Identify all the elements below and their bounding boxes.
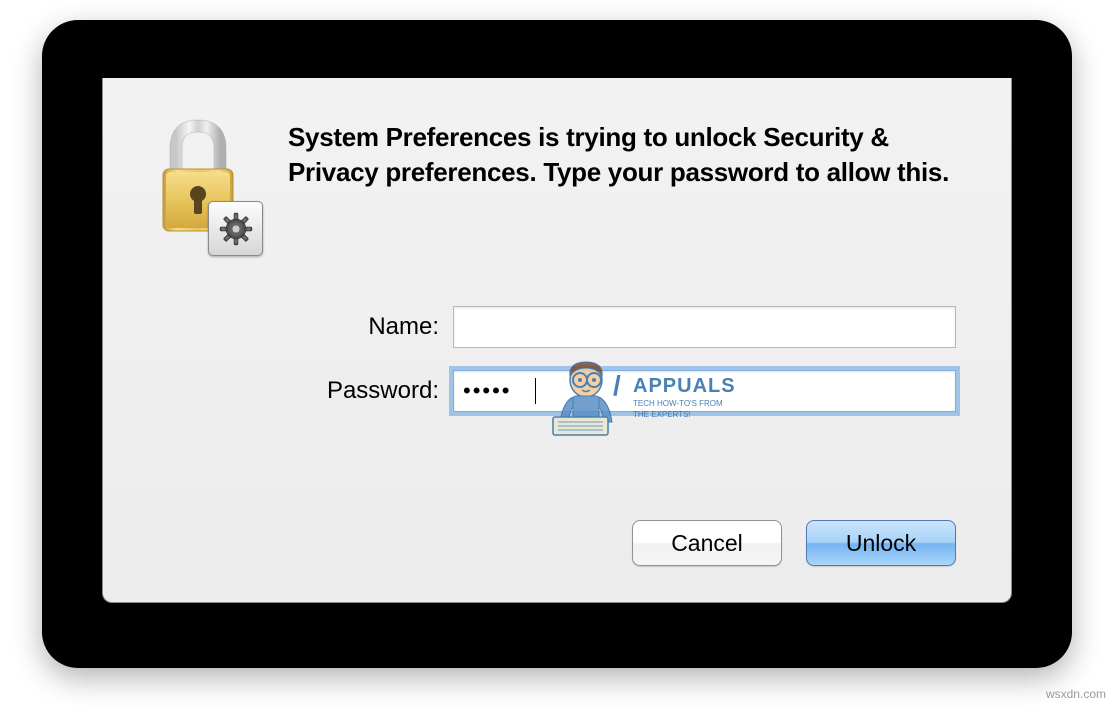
unlock-button[interactable]: Unlock <box>806 520 956 566</box>
dialog-icon-column <box>148 116 258 251</box>
credentials-form: Name: Password: ••••• <box>148 306 966 434</box>
password-label: Password: <box>288 377 453 405</box>
auth-dialog: System Preferences is trying to unlock S… <box>102 78 1012 603</box>
name-input[interactable] <box>453 306 956 348</box>
password-input[interactable] <box>453 370 956 412</box>
text-caret <box>535 378 536 404</box>
cancel-button[interactable]: Cancel <box>632 520 782 566</box>
name-label: Name: <box>288 313 453 341</box>
screenshot-frame: System Preferences is trying to unlock S… <box>42 20 1072 668</box>
gear-icon <box>208 201 263 256</box>
dialog-message: System Preferences is trying to unlock S… <box>288 120 966 190</box>
dialog-buttons: Cancel Unlock <box>148 520 966 574</box>
source-watermark: wsxdn.com <box>1046 687 1106 701</box>
